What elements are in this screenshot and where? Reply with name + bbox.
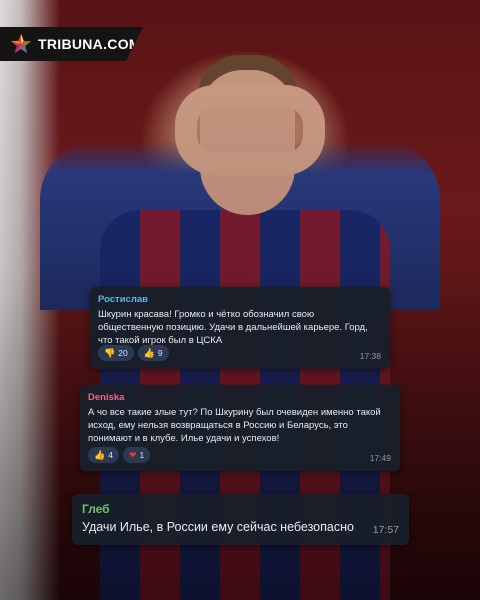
reaction-chip-thumbs-up[interactable]: 👍 4 [88, 447, 119, 463]
comment-timestamp: 17:38 [359, 351, 381, 361]
comment-author: Глеб [82, 502, 110, 516]
comment-author: Deniska [88, 392, 125, 403]
thumbs-up-icon: 👍 [143, 347, 155, 358]
reaction-chip-thumbs-up[interactable]: 👍 9 [137, 345, 169, 361]
reaction-list: 👍 4 ❤ 1 [88, 447, 151, 463]
heart-icon: ❤ [128, 449, 137, 460]
post-card: TRIBUNA.COM Ростислав Шкурин красава! Гр… [0, 0, 480, 600]
comment-bubble-deniska[interactable]: Deniska А чо все такие злые тут? По Шкур… [80, 385, 400, 471]
reaction-chip-thumbs-down[interactable]: 👎 20 [98, 345, 134, 361]
comment-bubble-rostislav[interactable]: Ростислав Шкурин красава! Громко и чётко… [90, 287, 390, 369]
comment-text: Шкурин красава! Громко и чётко обозначил… [98, 309, 368, 346]
thumbs-up-icon: 👍 [94, 449, 106, 460]
reaction-count: 4 [108, 450, 113, 460]
comment-text: Удачи Илье, в России ему сейчас небезопа… [82, 520, 354, 534]
thumbs-down-icon: 👎 [104, 347, 116, 358]
comment-text: А чо все такие злые тут? По Шкурину был … [88, 407, 381, 444]
star-logo-icon [10, 33, 32, 54]
reaction-chip-heart[interactable]: ❤ 1 [122, 447, 151, 463]
comment-timestamp: 17:49 [369, 453, 391, 463]
comment-timestamp: 17:57 [372, 524, 399, 536]
reaction-count: 20 [118, 348, 128, 358]
reaction-count: 9 [157, 348, 163, 358]
reaction-count: 1 [139, 450, 145, 460]
brand-name: TRIBUNA.COM [38, 36, 141, 52]
reaction-list: 👎 20 👍 9 [98, 345, 169, 361]
comment-bubble-gleb[interactable]: Глеб Удачи Илье, в России ему сейчас неб… [72, 494, 409, 545]
brand-logo[interactable]: TRIBUNA.COM [0, 27, 143, 61]
comment-author: Ростислав [98, 294, 148, 305]
